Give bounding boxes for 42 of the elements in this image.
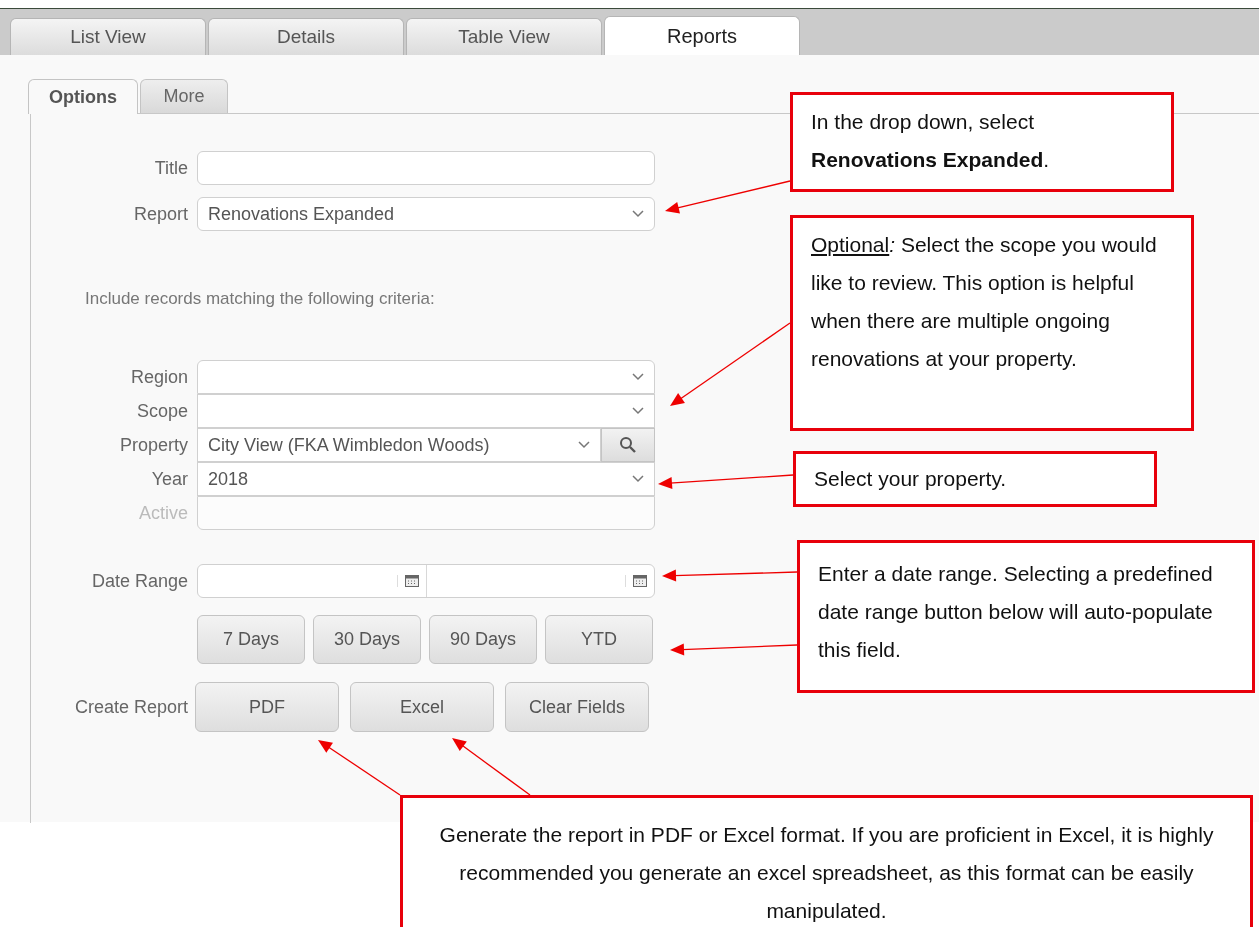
field-label: Date Range xyxy=(90,570,189,592)
range-button[interactable]: 90 Days xyxy=(429,615,537,664)
action-button[interactable]: Excel xyxy=(350,682,494,732)
tab[interactable]: More xyxy=(140,79,228,113)
date-range-field[interactable] xyxy=(197,564,655,598)
tab[interactable]: Reports xyxy=(604,16,800,55)
dropdown[interactable] xyxy=(197,360,655,394)
text-field[interactable] xyxy=(197,151,655,185)
chevron-down-icon xyxy=(632,407,644,415)
search-button[interactable] xyxy=(601,428,655,462)
field-label: Active xyxy=(137,502,189,524)
chevron-down-icon xyxy=(632,210,644,218)
field-label: Title xyxy=(153,157,189,179)
range-button[interactable]: 7 Days xyxy=(197,615,305,664)
criteria-note: Include records matching the following criteria: xyxy=(85,288,436,310)
field-label: Region xyxy=(129,366,189,388)
field-label: Year xyxy=(150,468,189,490)
callout-text: Optional: Select the scope you would like to review. This option is helpful when there are multiple ongoing renovations at your property. xyxy=(811,232,1158,372)
dropdown[interactable]: 2018 xyxy=(197,462,655,496)
field-label: Create Report xyxy=(73,696,189,718)
tab[interactable]: Table View xyxy=(406,18,602,55)
chevron-down-icon xyxy=(578,441,590,449)
dropdown[interactable]: City View (FKA Wimbledon Woods) xyxy=(197,428,601,462)
callout-text: In the drop down, select Renovations Expanded. xyxy=(811,109,1051,173)
callout-text: Generate the report in PDF or Excel format. If you are proficient in Excel, it is highly recommended you generate an excel spreadsheet, as this format can be easily manipulated. xyxy=(438,822,1215,924)
tab[interactable]: List View xyxy=(10,18,206,55)
tab[interactable]: Details xyxy=(208,18,404,55)
field-label: Property xyxy=(118,434,189,456)
range-button[interactable]: 30 Days xyxy=(313,615,421,664)
field-label: Report xyxy=(132,203,189,225)
chevron-down-icon xyxy=(632,475,644,483)
callout-text: Select your property. xyxy=(814,466,1008,492)
action-button[interactable]: Clear Fields xyxy=(505,682,649,732)
chevron-down-icon xyxy=(632,373,644,381)
tab[interactable]: Options xyxy=(28,79,138,114)
dropdown[interactable]: Renovations Expanded xyxy=(197,197,655,231)
range-button[interactable]: YTD xyxy=(545,615,653,664)
field-label: Scope xyxy=(135,400,189,422)
callout-text: Enter a date range. Selecting a predefined date range button below will auto-populate this field. xyxy=(818,561,1214,663)
text-field[interactable] xyxy=(197,496,655,530)
action-button[interactable]: PDF xyxy=(195,682,339,732)
search-icon xyxy=(619,436,637,454)
